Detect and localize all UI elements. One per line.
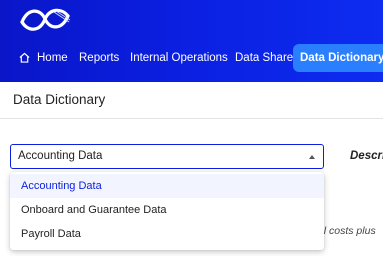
page-title: Data Dictionary — [13, 92, 106, 107]
option-accounting-data[interactable]: Accounting Data — [10, 174, 324, 198]
nav-item-data-share[interactable]: Data Share — [235, 44, 293, 72]
dataset-options-menu: Accounting Data Onboard and Guarantee Da… — [10, 172, 324, 250]
logo-icon — [20, 8, 71, 31]
option-payroll-data[interactable]: Payroll Data — [10, 222, 324, 246]
dataset-select[interactable]: Accounting Data — [10, 144, 324, 169]
nav-item-data-dictionary[interactable]: Data Dictionary — [293, 44, 383, 72]
nav-item-internal-operations[interactable]: Internal Operations — [130, 44, 228, 72]
dataset-select-value: Accounting Data — [18, 150, 103, 162]
home-icon — [19, 52, 30, 63]
chevron-up-icon[interactable] — [309, 155, 315, 159]
option-onboard-and-guarantee-data[interactable]: Onboard and Guarantee Data — [10, 198, 324, 222]
top-navigation-bar: Home Reports Internal Operations Data Sh… — [0, 0, 383, 82]
nav-item-home-label: Home — [37, 52, 68, 64]
main-nav: Home Reports Internal Operations Data Sh… — [0, 44, 383, 72]
nav-item-reports[interactable]: Reports — [79, 44, 119, 72]
header-divider — [0, 118, 383, 119]
description-text: tal costs plus — [315, 225, 376, 237]
description-column-label: Descri — [350, 150, 383, 162]
